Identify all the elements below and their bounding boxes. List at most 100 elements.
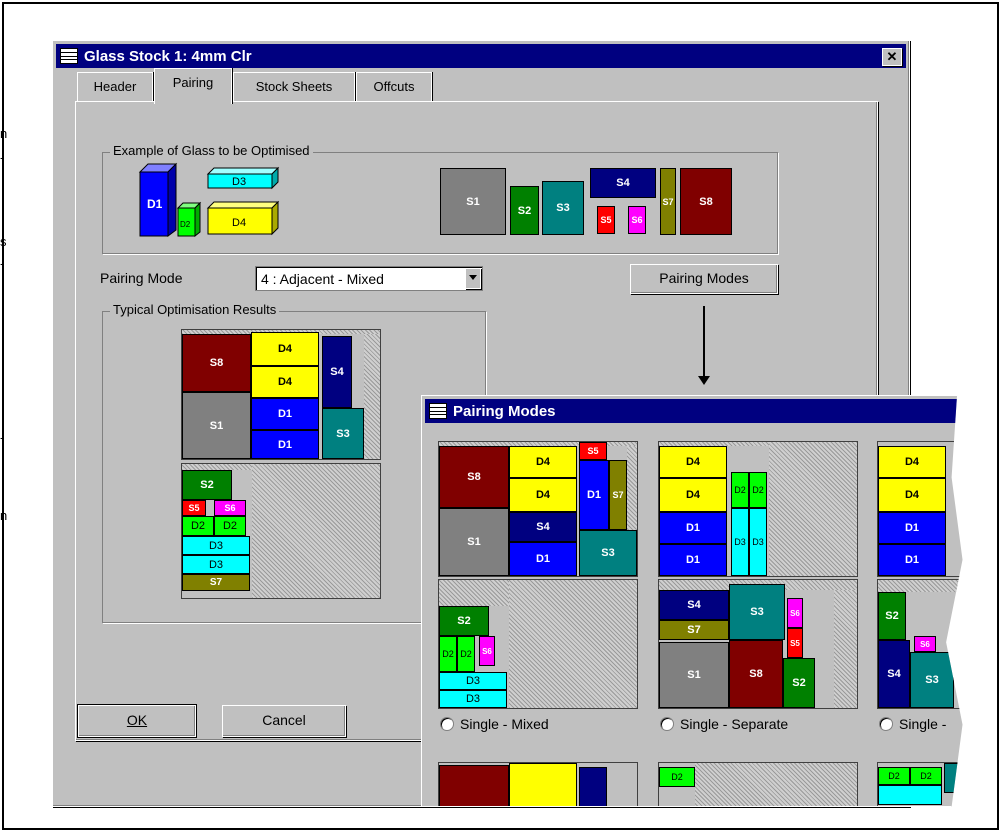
piece-d1: D1 [251,430,319,459]
mode4-sheet [438,762,638,806]
pairing-modes-titlebar: Pairing Modes [425,399,963,423]
double-units-illustration: D1 D2 D3 D4 [138,162,280,238]
mode-label: Single - Separate [680,716,789,732]
piece-s2: S2 [439,606,489,636]
piece-d1: D1 [251,398,319,430]
piece-s1: S1 [439,508,509,576]
svg-text:D4: D4 [232,217,246,229]
piece-d4: D4 [659,446,727,478]
ok-button-label: OK [126,712,148,728]
piece-s3: S3 [322,408,364,459]
piece-s6: S6 [914,636,936,652]
piece-s7: S7 [182,574,250,591]
piece-s8: S8 [182,334,251,392]
pairing-mode-value: 4 : Adjacent - Mixed [261,271,384,287]
piece-d3: D3 [439,672,507,690]
piece-s1: S1 [659,642,729,708]
pairing-mode-select[interactable]: 4 : Adjacent - Mixed [255,266,483,291]
window-menu-icon[interactable] [429,403,447,419]
result-sheet-2: S2 S5 S6 D2 D2 D3 D3 S7 [181,463,381,599]
radio-icon[interactable] [879,717,893,731]
tab-label: Offcuts [373,79,415,94]
piece-d4: D4 [251,332,319,366]
piece-d2: D2 [439,636,457,672]
piece-d1: D1 [878,512,946,544]
example-s5: S5 [597,206,615,234]
tab-pairing[interactable]: Pairing [154,68,232,104]
example-s2: S2 [510,186,539,235]
pairing-modes-button-label: Pairing Modes [659,270,749,286]
mode1-sheet-1: S8 D4 D4 S5 D1 S7 S1 S4 D1 S3 [438,441,638,577]
d1-unit: D1 [138,162,178,237]
piece-d1: D1 [659,544,727,576]
piece-s5: S5 [182,500,206,516]
ok-button[interactable]: OK [77,704,197,738]
tab-stock-sheets[interactable]: Stock Sheets [233,72,355,102]
tab-offcuts[interactable]: Offcuts [356,72,432,102]
example-s1: S1 [440,168,506,235]
piece-d3: D3 [749,508,767,576]
mode-single-separate-radio[interactable]: Single - Separate [660,716,788,732]
window-menu-icon[interactable] [60,48,78,64]
pairing-modes-button[interactable]: Pairing Modes [630,264,778,294]
piece-s6: S6 [787,598,803,628]
close-icon[interactable]: ✕ [882,48,902,66]
piece-s2: S2 [783,658,815,708]
mode-single-mixed-radio[interactable]: Single - Mixed [440,716,549,732]
mode1-sheet-2: S2 D2 D2 S6 D3 D3 [438,579,638,709]
example-s7: S7 [660,168,676,235]
window-titlebar: Glass Stock 1: 4mm Clr ✕ [56,44,906,68]
pairing-modes-window: Pairing Modes S8 D4 D4 S5 D1 S7 S1 S4 D1… [421,395,963,807]
arrow-connector [703,306,705,378]
svg-text:D3: D3 [232,176,246,188]
mode-single-radio[interactable]: Single - [879,716,946,732]
piece-d3: D3 [439,690,507,708]
piece-d4: D4 [659,478,727,512]
piece-s7: S7 [659,620,729,640]
piece-s3: S3 [579,530,637,576]
piece-d2: D2 [878,767,910,785]
piece-s6: S6 [214,500,246,516]
mode-label: Single - Mixed [460,716,549,732]
mode2-sheet-1: D4 D4 D2 D2 D1 D1 D3 D3 [658,441,858,577]
tab-label: Header [93,79,137,94]
edge-text: - [0,430,5,445]
piece-label: D2 [671,772,683,782]
edge-text: s [0,234,7,249]
piece-s3: S3 [729,584,785,640]
piece-d2: D2 [457,636,475,672]
piece-d2: D2 [214,516,246,536]
piece-d1: D1 [509,542,577,576]
cancel-button[interactable]: Cancel [222,705,346,737]
pairing-mode-label: Pairing Mode [100,270,183,286]
piece-d4: D4 [251,366,319,398]
piece-s8: S8 [439,446,509,508]
piece-d2: D2 [731,472,749,508]
piece-d4: D4 [878,478,946,512]
edge-text: n [0,126,8,141]
piece-s2: S2 [878,592,906,640]
results-group-label: Typical Optimisation Results [110,302,280,317]
mode2-sheet-2: S4 S7 S3 S6 S5 S1 S8 S2 [658,579,858,709]
piece-s6: S6 [479,636,495,666]
piece-s1: S1 [182,392,251,459]
tab-label: Stock Sheets [255,79,333,94]
chevron-down-icon[interactable] [465,268,481,289]
tab-header[interactable]: Header [77,72,153,102]
tab-label: Pairing [172,75,214,90]
piece-d3: D3 [182,555,250,574]
arrow-down-icon [698,376,710,385]
edge-text: - [0,256,5,271]
example-s6: S6 [628,206,646,234]
piece-s8: S8 [729,640,783,708]
example-s4: S4 [590,168,656,198]
piece-d3: D3 [182,536,250,555]
d4-unit: D4 [206,200,280,236]
mode-label: Single - [899,716,947,732]
window-title: Glass Stock 1: 4mm Clr [84,47,252,65]
piece-s4: S4 [509,512,577,542]
radio-icon[interactable] [660,717,674,731]
mode5-sheet: D2 [658,762,858,806]
radio-icon[interactable] [440,717,454,731]
piece-d1: D1 [878,544,946,576]
